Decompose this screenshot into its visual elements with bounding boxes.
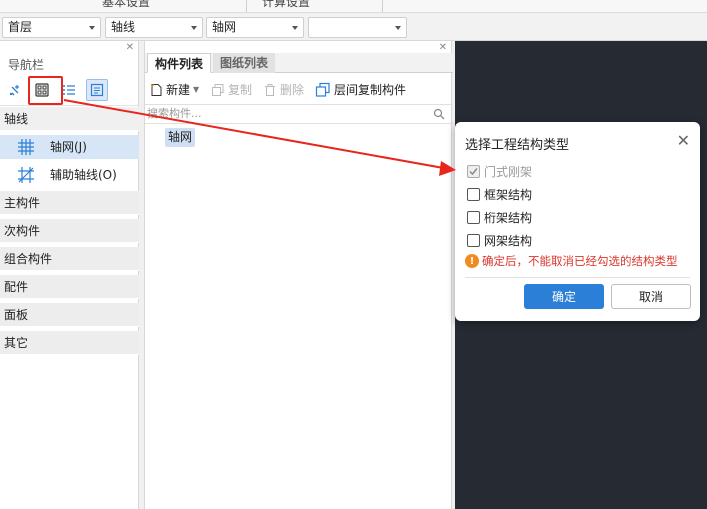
detail-view-icon[interactable] xyxy=(86,79,108,101)
search-icon[interactable] xyxy=(433,108,445,120)
component-type-select-value: 轴网 xyxy=(212,20,237,34)
option-label: 网架结构 xyxy=(484,233,533,248)
nav-title: 导航栏 xyxy=(8,58,45,72)
delete-button-label: 删除 xyxy=(280,83,305,97)
cancel-button[interactable]: 取消 xyxy=(611,284,691,309)
tab-basic-settings[interactable]: 基本设置 xyxy=(102,0,150,10)
close-icon[interactable]: ✕ xyxy=(439,43,447,53)
component-search-input[interactable]: 搜索构件... xyxy=(145,104,453,124)
option-label: 框架结构 xyxy=(484,187,533,202)
add-pin-icon[interactable] xyxy=(4,79,26,101)
component-list-item[interactable]: 轴网 xyxy=(165,128,196,147)
aux-axis-icon xyxy=(17,166,35,192)
dialog-title: 选择工程结构类型 xyxy=(465,138,570,153)
nav-item-label: 轴网(J) xyxy=(50,140,87,154)
chevron-down-icon xyxy=(89,26,95,30)
nav-item-label: 辅助轴线(O) xyxy=(50,168,117,182)
nav-item-aux-axis[interactable]: 辅助轴线(O) xyxy=(0,163,139,187)
navigation-panel: ✕ 导航栏 轴线 轴网(J) 辅助轴线(O) 主构件 次构件 组合构件 配件 面… xyxy=(0,41,139,509)
tab-calc-settings[interactable]: 计算设置 xyxy=(262,0,310,10)
annotation-highlight-box xyxy=(28,76,63,105)
warning-icon: ! xyxy=(465,254,479,268)
close-icon[interactable]: ✕ xyxy=(126,43,134,53)
new-doc-icon xyxy=(150,84,162,96)
component-list-panel: ✕ 构件列表 图纸列表 新建 ▼ 复制 删除 层间复制构件 搜索构件... 轴网 xyxy=(144,41,453,509)
new-button[interactable]: 新建 ▼ xyxy=(149,81,199,99)
tab-drawing-list[interactable]: 图纸列表 xyxy=(213,53,276,73)
search-placeholder: 搜索构件... xyxy=(147,107,202,120)
option-portal-frame[interactable]: 门式刚架 xyxy=(467,162,532,180)
option-label: 门式刚架 xyxy=(484,164,533,179)
checkbox[interactable] xyxy=(467,187,480,201)
checkbox-checked-icon[interactable] xyxy=(467,164,480,178)
ok-button[interactable]: 确定 xyxy=(524,284,604,309)
component-type-select[interactable]: 轴网 xyxy=(206,17,304,38)
nav-group-panel[interactable]: 面板 xyxy=(0,303,139,327)
chevron-down-icon: ▼ xyxy=(193,85,200,94)
nav-group-fittings[interactable]: 配件 xyxy=(0,275,139,299)
floor-select-value: 首层 xyxy=(8,20,33,34)
nav-group-combined[interactable]: 组合构件 xyxy=(0,247,139,271)
component-tabs: 构件列表 图纸列表 xyxy=(145,53,453,73)
settings-tab-strip: 基本设置 计算设置 xyxy=(0,0,707,13)
copy-button-label: 复制 xyxy=(228,83,253,97)
checkbox[interactable] xyxy=(467,233,480,247)
category-select[interactable]: 轴线 xyxy=(105,17,203,38)
warning-message: ! 确定后，不能取消已经勾选的结构类型 xyxy=(465,253,678,269)
new-button-label: 新建 xyxy=(166,83,191,97)
tab-divider xyxy=(246,0,247,12)
extra-select[interactable] xyxy=(308,17,407,38)
floor-select[interactable]: 首层 xyxy=(2,17,101,38)
grid-icon xyxy=(17,138,35,164)
option-truss-structure[interactable]: 桁架结构 xyxy=(467,208,532,226)
nav-group-axis[interactable]: 轴线 xyxy=(0,107,139,131)
chevron-down-icon xyxy=(395,26,401,30)
trash-icon xyxy=(265,84,275,96)
structure-type-dialog: 选择工程结构类型 ✕ 门式刚架 框架结构 桁架结构 网架结构 ! 确定后，不能取… xyxy=(455,122,700,321)
option-label: 桁架结构 xyxy=(484,210,533,225)
copy-between-floors-label: 层间复制构件 xyxy=(334,83,407,97)
tab-component-list[interactable]: 构件列表 xyxy=(147,53,212,73)
component-toolbar: 新建 ▼ 复制 删除 层间复制构件 xyxy=(145,77,453,103)
option-frame-structure[interactable]: 框架结构 xyxy=(467,185,532,203)
copy-between-floors-button[interactable]: 层间复制构件 xyxy=(315,81,406,99)
nav-group-main[interactable]: 主构件 xyxy=(0,191,139,215)
nav-group-secondary[interactable]: 次构件 xyxy=(0,219,139,243)
copy-icon xyxy=(212,84,224,96)
category-select-value: 轴线 xyxy=(111,20,136,34)
warning-text: 确定后，不能取消已经勾选的结构类型 xyxy=(482,254,678,268)
selector-bar: 首层 轴线 轴网 xyxy=(0,14,707,41)
close-icon[interactable]: ✕ xyxy=(677,133,690,149)
chevron-down-icon xyxy=(191,26,197,30)
nav-item-axis-grid[interactable]: 轴网(J) xyxy=(0,135,139,159)
chevron-down-icon xyxy=(292,26,298,30)
nav-toolbar xyxy=(0,77,139,103)
nav-group-other[interactable]: 其它 xyxy=(0,331,139,355)
layer-copy-icon xyxy=(315,82,330,97)
option-space-frame[interactable]: 网架结构 xyxy=(467,231,532,249)
copy-button[interactable]: 复制 xyxy=(211,81,252,99)
tab-divider xyxy=(382,0,383,12)
checkbox[interactable] xyxy=(467,210,480,224)
delete-button[interactable]: 删除 xyxy=(263,81,304,99)
